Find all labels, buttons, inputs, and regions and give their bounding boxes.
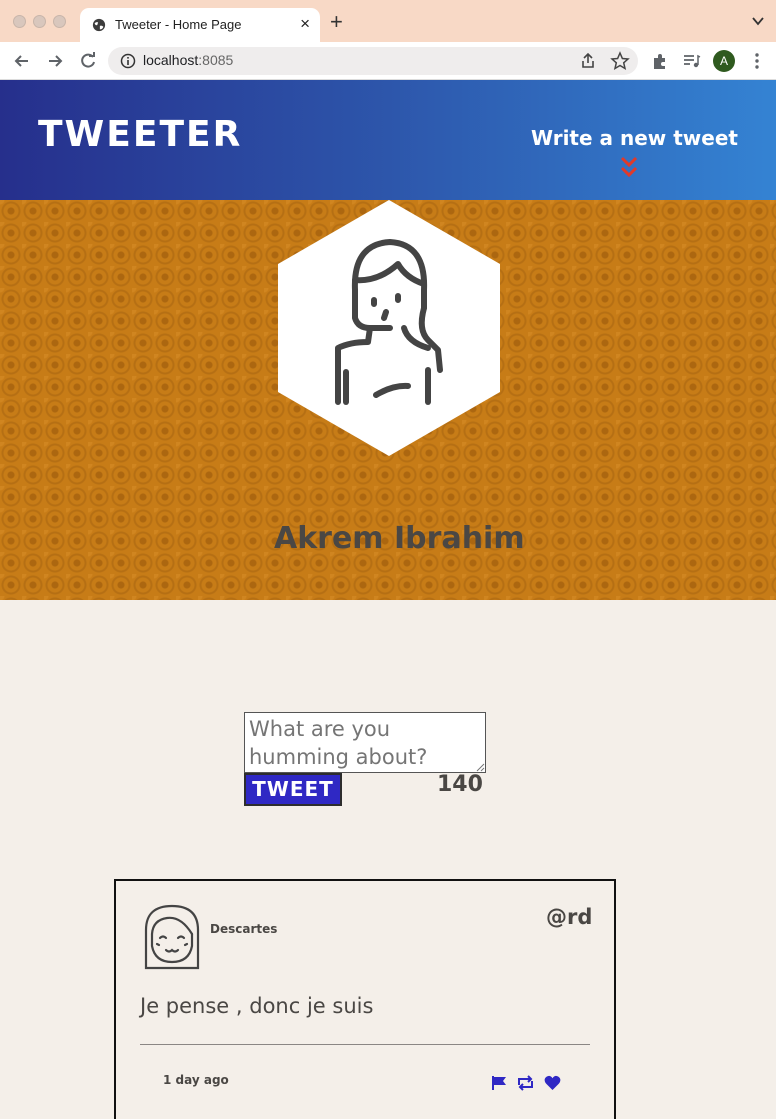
globe-icon: [92, 18, 106, 32]
character-counter: 140: [437, 772, 483, 797]
new-tab-button[interactable]: +: [330, 11, 343, 33]
tweet-timestamp: 1 day ago: [163, 1073, 229, 1087]
bookmark-star-icon[interactable]: [610, 51, 630, 71]
tweet-content: Je pense , donc je suis: [140, 994, 374, 1018]
browser-tab-strip: Tweeter - Home Page × +: [0, 0, 776, 42]
media-control-icon[interactable]: [681, 51, 701, 71]
heart-icon[interactable]: [544, 1075, 561, 1091]
tweet-author-handle: @rd: [546, 905, 593, 929]
address-bar[interactable]: localhost:8085: [108, 47, 638, 75]
browser-tab[interactable]: Tweeter - Home Page ×: [80, 8, 320, 42]
profile-user-name: Akrem Ibrahim: [274, 521, 525, 556]
brand-logo: TWEETER: [38, 114, 243, 155]
tweet-text-input[interactable]: [244, 712, 486, 773]
tweet-author-name: Descartes: [210, 922, 278, 936]
profile-avatar-hexagon: [278, 200, 500, 456]
tab-search-chevron-icon[interactable]: [752, 15, 764, 27]
tweet-author-avatar: [144, 904, 200, 970]
tweet-submit-button[interactable]: TWEET: [244, 773, 342, 806]
extensions-puzzle-icon[interactable]: [650, 51, 670, 71]
site-info-icon[interactable]: [120, 53, 136, 69]
flag-icon[interactable]: [491, 1075, 508, 1091]
reload-icon[interactable]: [78, 51, 98, 71]
tab-close-button[interactable]: ×: [300, 14, 310, 34]
share-icon[interactable]: [578, 51, 598, 71]
window-zoom-dot[interactable]: [53, 15, 66, 28]
tab-title: Tweeter - Home Page: [115, 17, 242, 32]
window-close-dot[interactable]: [13, 15, 26, 28]
browser-toolbar: localhost:8085 A: [0, 42, 776, 80]
resize-grip-icon[interactable]: [475, 762, 485, 772]
back-arrow-icon[interactable]: [12, 51, 32, 71]
profile-avatar[interactable]: A: [713, 50, 735, 72]
double-chevron-down-icon[interactable]: [619, 155, 639, 181]
window-minimize-dot[interactable]: [33, 15, 46, 28]
forward-arrow-icon[interactable]: [45, 51, 65, 71]
url-text: localhost:8085: [143, 52, 234, 68]
tweet-divider: [140, 1044, 590, 1045]
write-new-tweet-link[interactable]: Write a new tweet: [531, 126, 738, 150]
menu-kebab-icon[interactable]: [747, 51, 767, 71]
retweet-icon[interactable]: [516, 1075, 535, 1091]
